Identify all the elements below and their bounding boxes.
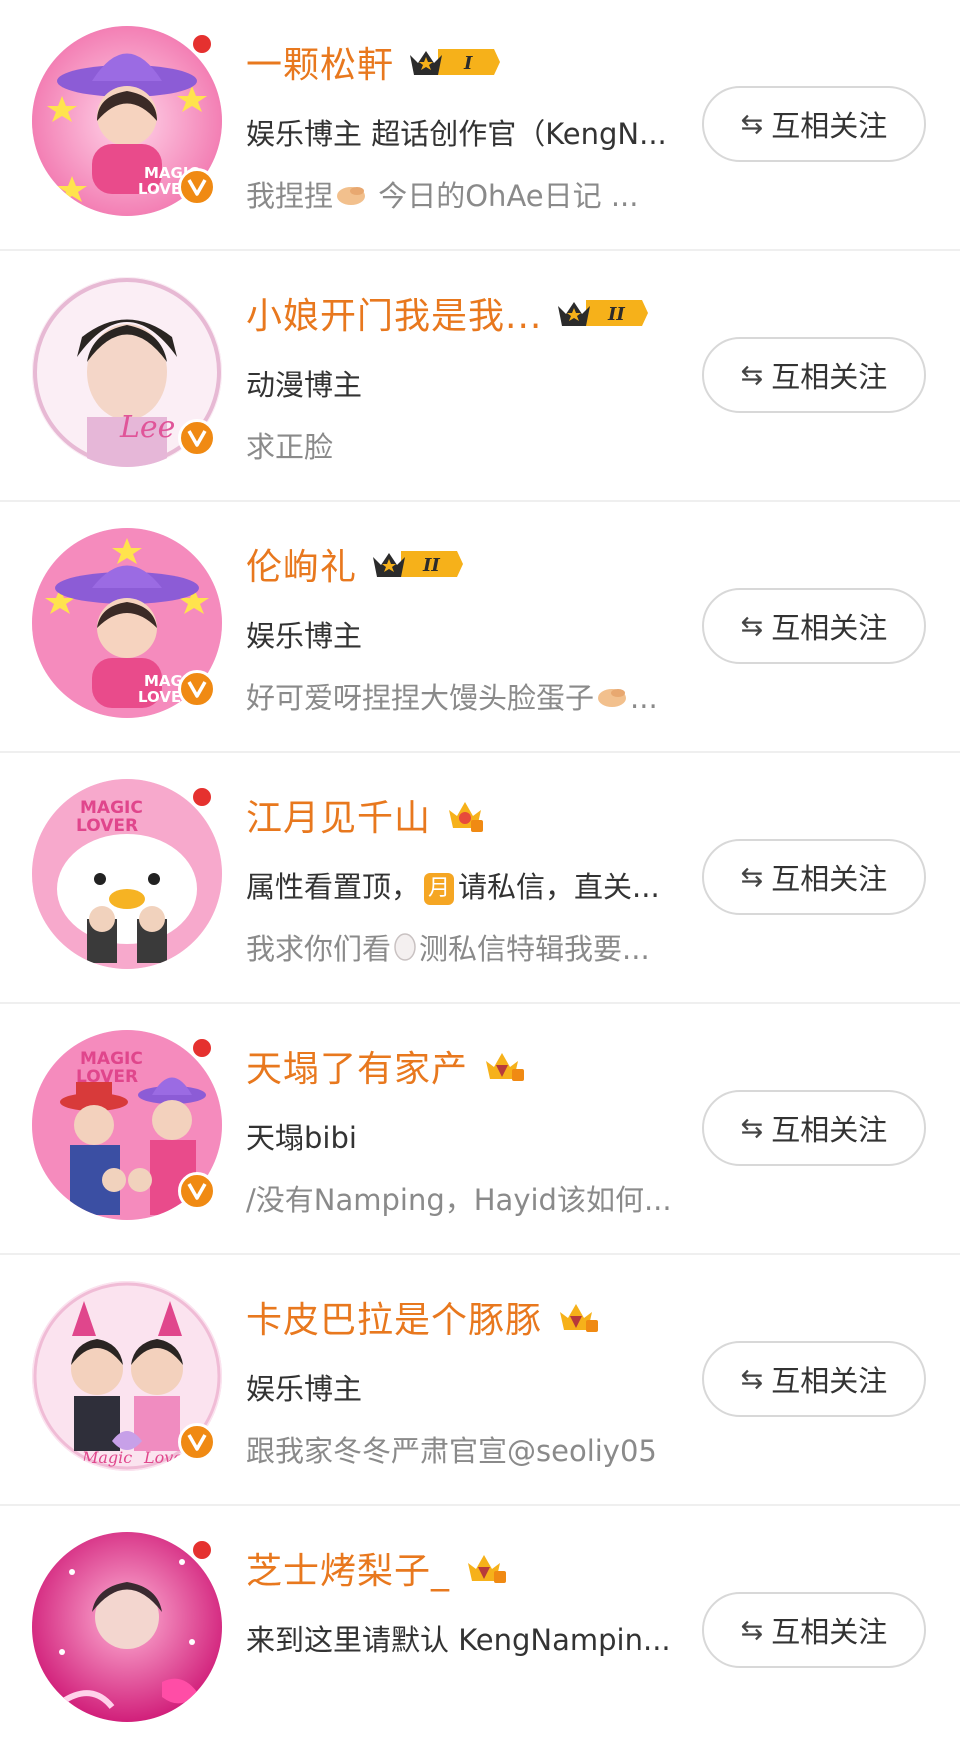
mutual-follow-list: MAGIC LOVER 一颗松軒 I 娱乐博主 超话创作官（KengN... 我…: [0, 0, 960, 1757]
user-name[interactable]: 江月见千山: [246, 789, 431, 841]
follow-button-label: 互相关注: [771, 1113, 888, 1147]
moon-badge-icon: 月: [424, 873, 455, 905]
verified-icon: [178, 1423, 216, 1461]
rank-label: II: [422, 555, 440, 576]
user-description: 跟我家冬冬严肃官宣@seoliy05: [246, 1434, 657, 1468]
avatar[interactable]: Magic Lover: [32, 1281, 222, 1471]
pinch-hand-icon: [335, 178, 367, 216]
swap-arrows-icon: ⇆: [740, 1112, 764, 1144]
notification-dot: [190, 785, 214, 809]
list-item[interactable]: Lee 小娘开门我是我... II 动漫博主 求正脸 ⇆ 互相关注: [0, 251, 960, 502]
crown-badge-icon: [482, 1046, 526, 1086]
mutual-follow-button[interactable]: ⇆ 互相关注: [702, 86, 926, 162]
list-item[interactable]: MAGIC LOVER 天塌了有家产 天塌bibi /没有Namping，Hay…: [0, 1004, 960, 1255]
mutual-follow-button[interactable]: ⇆ 互相关注: [702, 1592, 926, 1668]
follow-button-label: 互相关注: [771, 1615, 888, 1649]
user-name[interactable]: 伦峋礼: [246, 538, 357, 590]
user-name[interactable]: 一颗松軒: [246, 36, 394, 88]
notification-dot: [190, 32, 214, 56]
user-subtitle: 天塌bibi: [246, 1121, 357, 1155]
list-item[interactable]: Magic Lover 卡皮巴拉是个豚豚 娱乐博主 跟我家冬冬严肃官宣@seol…: [0, 1255, 960, 1506]
user-description: [246, 1682, 686, 1722]
rank-badge-icon: II: [371, 544, 464, 584]
user-subtitle: 娱乐博主: [246, 1372, 363, 1406]
user-name[interactable]: 芝士烤梨子_: [246, 1542, 450, 1594]
user-subtitle: 娱乐博主 超话创作官（KengN...: [246, 117, 667, 151]
user-description: 我求你们看 测私信特辑我要...: [246, 929, 686, 969]
list-item[interactable]: MAGIC LOVER 江月见千山 属性看置顶， 月 请私信，直关... 我求你…: [0, 753, 960, 1004]
pinch-hand-icon: [596, 680, 628, 718]
rank-label: I: [463, 53, 473, 74]
notification-dot: [190, 1036, 214, 1060]
swap-arrows-icon: ⇆: [740, 861, 764, 893]
swap-arrows-icon: ⇆: [740, 108, 764, 140]
rank-badge-icon: II: [556, 293, 649, 333]
avatar[interactable]: MAGIC LOVER: [32, 779, 222, 969]
user-subtitle: 动漫博主: [246, 368, 363, 402]
list-item[interactable]: MAGIC LOVER 伦峋礼 II 娱乐博主 好可爱呀捏捏大馒头脸蛋子 ...…: [0, 502, 960, 753]
svg-text:MAGIC: MAGIC: [80, 1049, 143, 1069]
mutual-follow-button[interactable]: ⇆ 互相关注: [702, 337, 926, 413]
user-name[interactable]: 卡皮巴拉是个豚豚: [246, 1291, 542, 1343]
follow-button-label: 互相关注: [771, 862, 888, 896]
user-name[interactable]: 小娘开门我是我...: [246, 287, 542, 339]
user-description: 好可爱呀捏捏大馒头脸蛋子...: [246, 678, 686, 718]
svg-text:MAGIC: MAGIC: [80, 798, 143, 818]
notification-dot: [190, 1538, 214, 1562]
user-subtitle: 属性看置顶，月请私信，直关...: [246, 870, 660, 905]
avatar[interactable]: Lee: [32, 277, 222, 467]
swap-arrows-icon: ⇆: [740, 359, 764, 391]
follow-button-label: 互相关注: [771, 360, 888, 394]
avatar[interactable]: MAGIC LOVER: [32, 26, 222, 216]
crown-badge-icon: [556, 1297, 600, 1337]
list-item[interactable]: 芝士烤梨子_ 来到这里请默认 KengNampin... ⇆ 互相关注: [0, 1506, 960, 1757]
verified-icon: [178, 1172, 216, 1210]
svg-text:LOVER: LOVER: [76, 816, 138, 836]
swap-arrows-icon: ⇆: [740, 1614, 764, 1646]
egg-icon: [393, 931, 417, 969]
avatar[interactable]: MAGIC LOVER: [32, 1030, 222, 1220]
rank-badge-icon: I: [408, 42, 501, 82]
svg-text:Magic: Magic: [81, 1448, 132, 1467]
avatar[interactable]: [32, 1532, 222, 1722]
avatar[interactable]: MAGIC LOVER: [32, 528, 222, 718]
follow-button-label: 互相关注: [771, 611, 888, 645]
crown-badge-icon: [445, 795, 485, 835]
mutual-follow-button[interactable]: ⇆ 互相关注: [702, 1341, 926, 1417]
mutual-follow-button[interactable]: ⇆ 互相关注: [702, 1090, 926, 1166]
verified-icon: [178, 419, 216, 457]
user-description: 我捏捏 今日的OhAe日记 ...: [246, 176, 686, 216]
crown-badge-icon: [464, 1548, 508, 1588]
rank-label: II: [607, 304, 625, 325]
user-subtitle: 娱乐博主: [246, 619, 363, 653]
mutual-follow-button[interactable]: ⇆ 互相关注: [702, 588, 926, 664]
user-description: 求正脸: [246, 430, 334, 464]
verified-icon: [178, 168, 216, 206]
user-description: /没有Namping，Hayid该如何...: [246, 1183, 672, 1217]
verified-icon: [178, 670, 216, 708]
list-item[interactable]: MAGIC LOVER 一颗松軒 I 娱乐博主 超话创作官（KengN... 我…: [0, 0, 960, 251]
follow-button-label: 互相关注: [771, 109, 888, 143]
swap-arrows-icon: ⇆: [740, 610, 764, 642]
swap-arrows-icon: ⇆: [740, 1363, 764, 1395]
user-subtitle: 来到这里请默认 KengNampin...: [246, 1623, 671, 1657]
mutual-follow-button[interactable]: ⇆ 互相关注: [702, 839, 926, 915]
svg-text:Lee: Lee: [119, 410, 175, 445]
user-name[interactable]: 天塌了有家产: [246, 1040, 468, 1092]
desc-text-a: 我捏捏: [246, 179, 334, 213]
follow-button-label: 互相关注: [771, 1364, 888, 1398]
